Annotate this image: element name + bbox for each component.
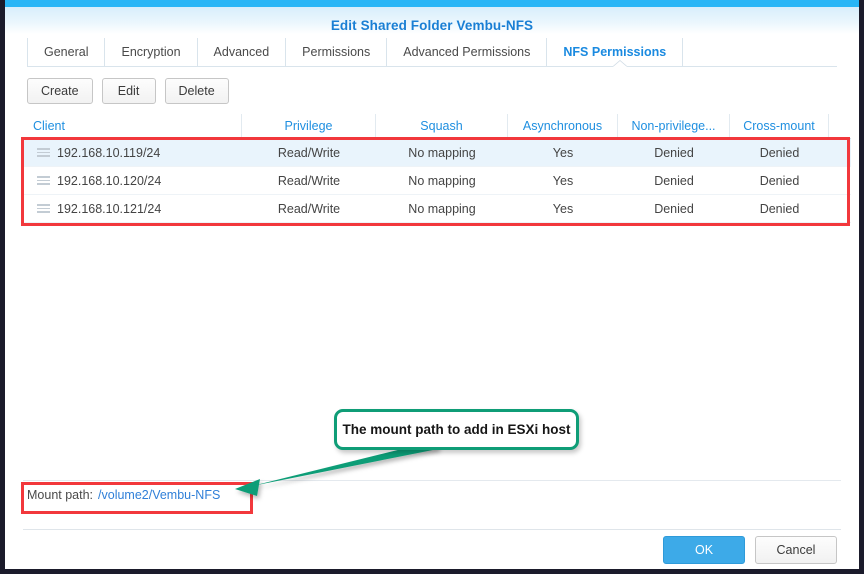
tab-underline [27,66,837,67]
mount-path-row: Mount path: /volume2/Vembu-NFS [27,488,220,502]
cell-client: 192.168.10.119/24 [23,139,242,166]
cell-non-privilege: Denied [654,145,694,160]
column-header-privilege[interactable]: Privilege [242,114,376,138]
cell-asynchronous: Yes [552,201,574,216]
column-header-squash[interactable]: Squash [376,114,508,138]
footer-divider [23,529,841,530]
nfs-permissions-table: Client Privilege Squash Asynchronous Non… [23,114,851,223]
cell-squash: No mapping [408,173,476,188]
table-row[interactable]: 192.168.10.121/24 Read/Write No mapping … [23,195,851,223]
cell-privilege: Read/Write [277,201,341,216]
cell-privilege: Read/Write [277,145,341,160]
tab-advanced[interactable]: Advanced [198,38,287,66]
drag-handle-icon[interactable] [37,176,51,185]
dialog-title-bar: Edit Shared Folder Vembu-NFS [5,7,859,34]
annotation-callout-text: The mount path to add in ESXi host [342,422,571,437]
edit-shared-folder-dialog: Edit Shared Folder Vembu-NFS General Enc… [0,0,864,574]
active-tab-caret-icon [613,61,628,67]
cell-client: 192.168.10.120/24 [23,167,242,194]
cell-squash: No mapping [408,201,476,216]
drag-handle-icon[interactable] [37,148,51,157]
table-row[interactable]: 192.168.10.120/24 Read/Write No mapping … [23,167,851,195]
cell-client-text: 192.168.10.119/24 [57,145,161,160]
tab-encryption[interactable]: Encryption [105,38,198,66]
tab-general[interactable]: General [27,38,106,66]
cell-client-text: 192.168.10.121/24 [57,201,162,216]
tab-permissions[interactable]: Permissions [286,38,388,66]
column-header-cross-mount[interactable]: Cross-mount [730,114,829,138]
cell-spacer [829,167,851,194]
page-title: Edit Shared Folder Vembu-NFS [330,18,534,33]
cell-asynchronous: Yes [552,145,574,160]
table-header-row: Client Privilege Squash Asynchronous Non… [23,114,851,139]
column-header-asynchronous[interactable]: Asynchronous [508,114,618,138]
mount-path-value[interactable]: /volume2/Vembu-NFS [98,488,220,502]
table-row[interactable]: 192.168.10.119/24 Read/Write No mapping … [23,139,851,167]
cell-non-privilege: Denied [654,201,694,216]
tab-advanced-permissions[interactable]: Advanced Permissions [387,38,548,66]
cell-spacer [829,195,851,222]
edit-button[interactable]: Edit [101,78,156,104]
cell-non-privilege: Denied [654,173,694,188]
cell-client-text: 192.168.10.120/24 [57,173,162,188]
annotation-callout: The mount path to add in ESXi host [334,409,579,450]
cell-asynchronous: Yes [552,173,574,188]
cancel-button[interactable]: Cancel [755,536,837,564]
create-button[interactable]: Create [27,78,93,104]
cell-client: 192.168.10.121/24 [23,195,242,222]
dialog-footer: OK Cancel [663,536,837,564]
cell-squash: No mapping [408,145,476,160]
table-toolbar: Create Edit Delete [27,78,229,104]
mount-path-label: Mount path: [27,488,94,502]
delete-button[interactable]: Delete [164,78,229,104]
cell-privilege: Read/Write [277,173,341,188]
ok-button[interactable]: OK [663,536,745,564]
drag-handle-icon[interactable] [37,204,51,213]
column-header-spacer [829,114,851,138]
cell-cross-mount: Denied [759,145,800,160]
cell-cross-mount: Denied [759,173,800,188]
column-header-non-privilege[interactable]: Non-privilege... [618,114,730,138]
window-accent-bar [5,0,859,7]
column-header-client[interactable]: Client [23,114,242,138]
cell-cross-mount: Denied [759,201,800,216]
tab-bar: General Encryption Advanced Permissions … [27,38,684,66]
annotation-arrow-icon [235,440,438,496]
cell-spacer [829,139,851,166]
